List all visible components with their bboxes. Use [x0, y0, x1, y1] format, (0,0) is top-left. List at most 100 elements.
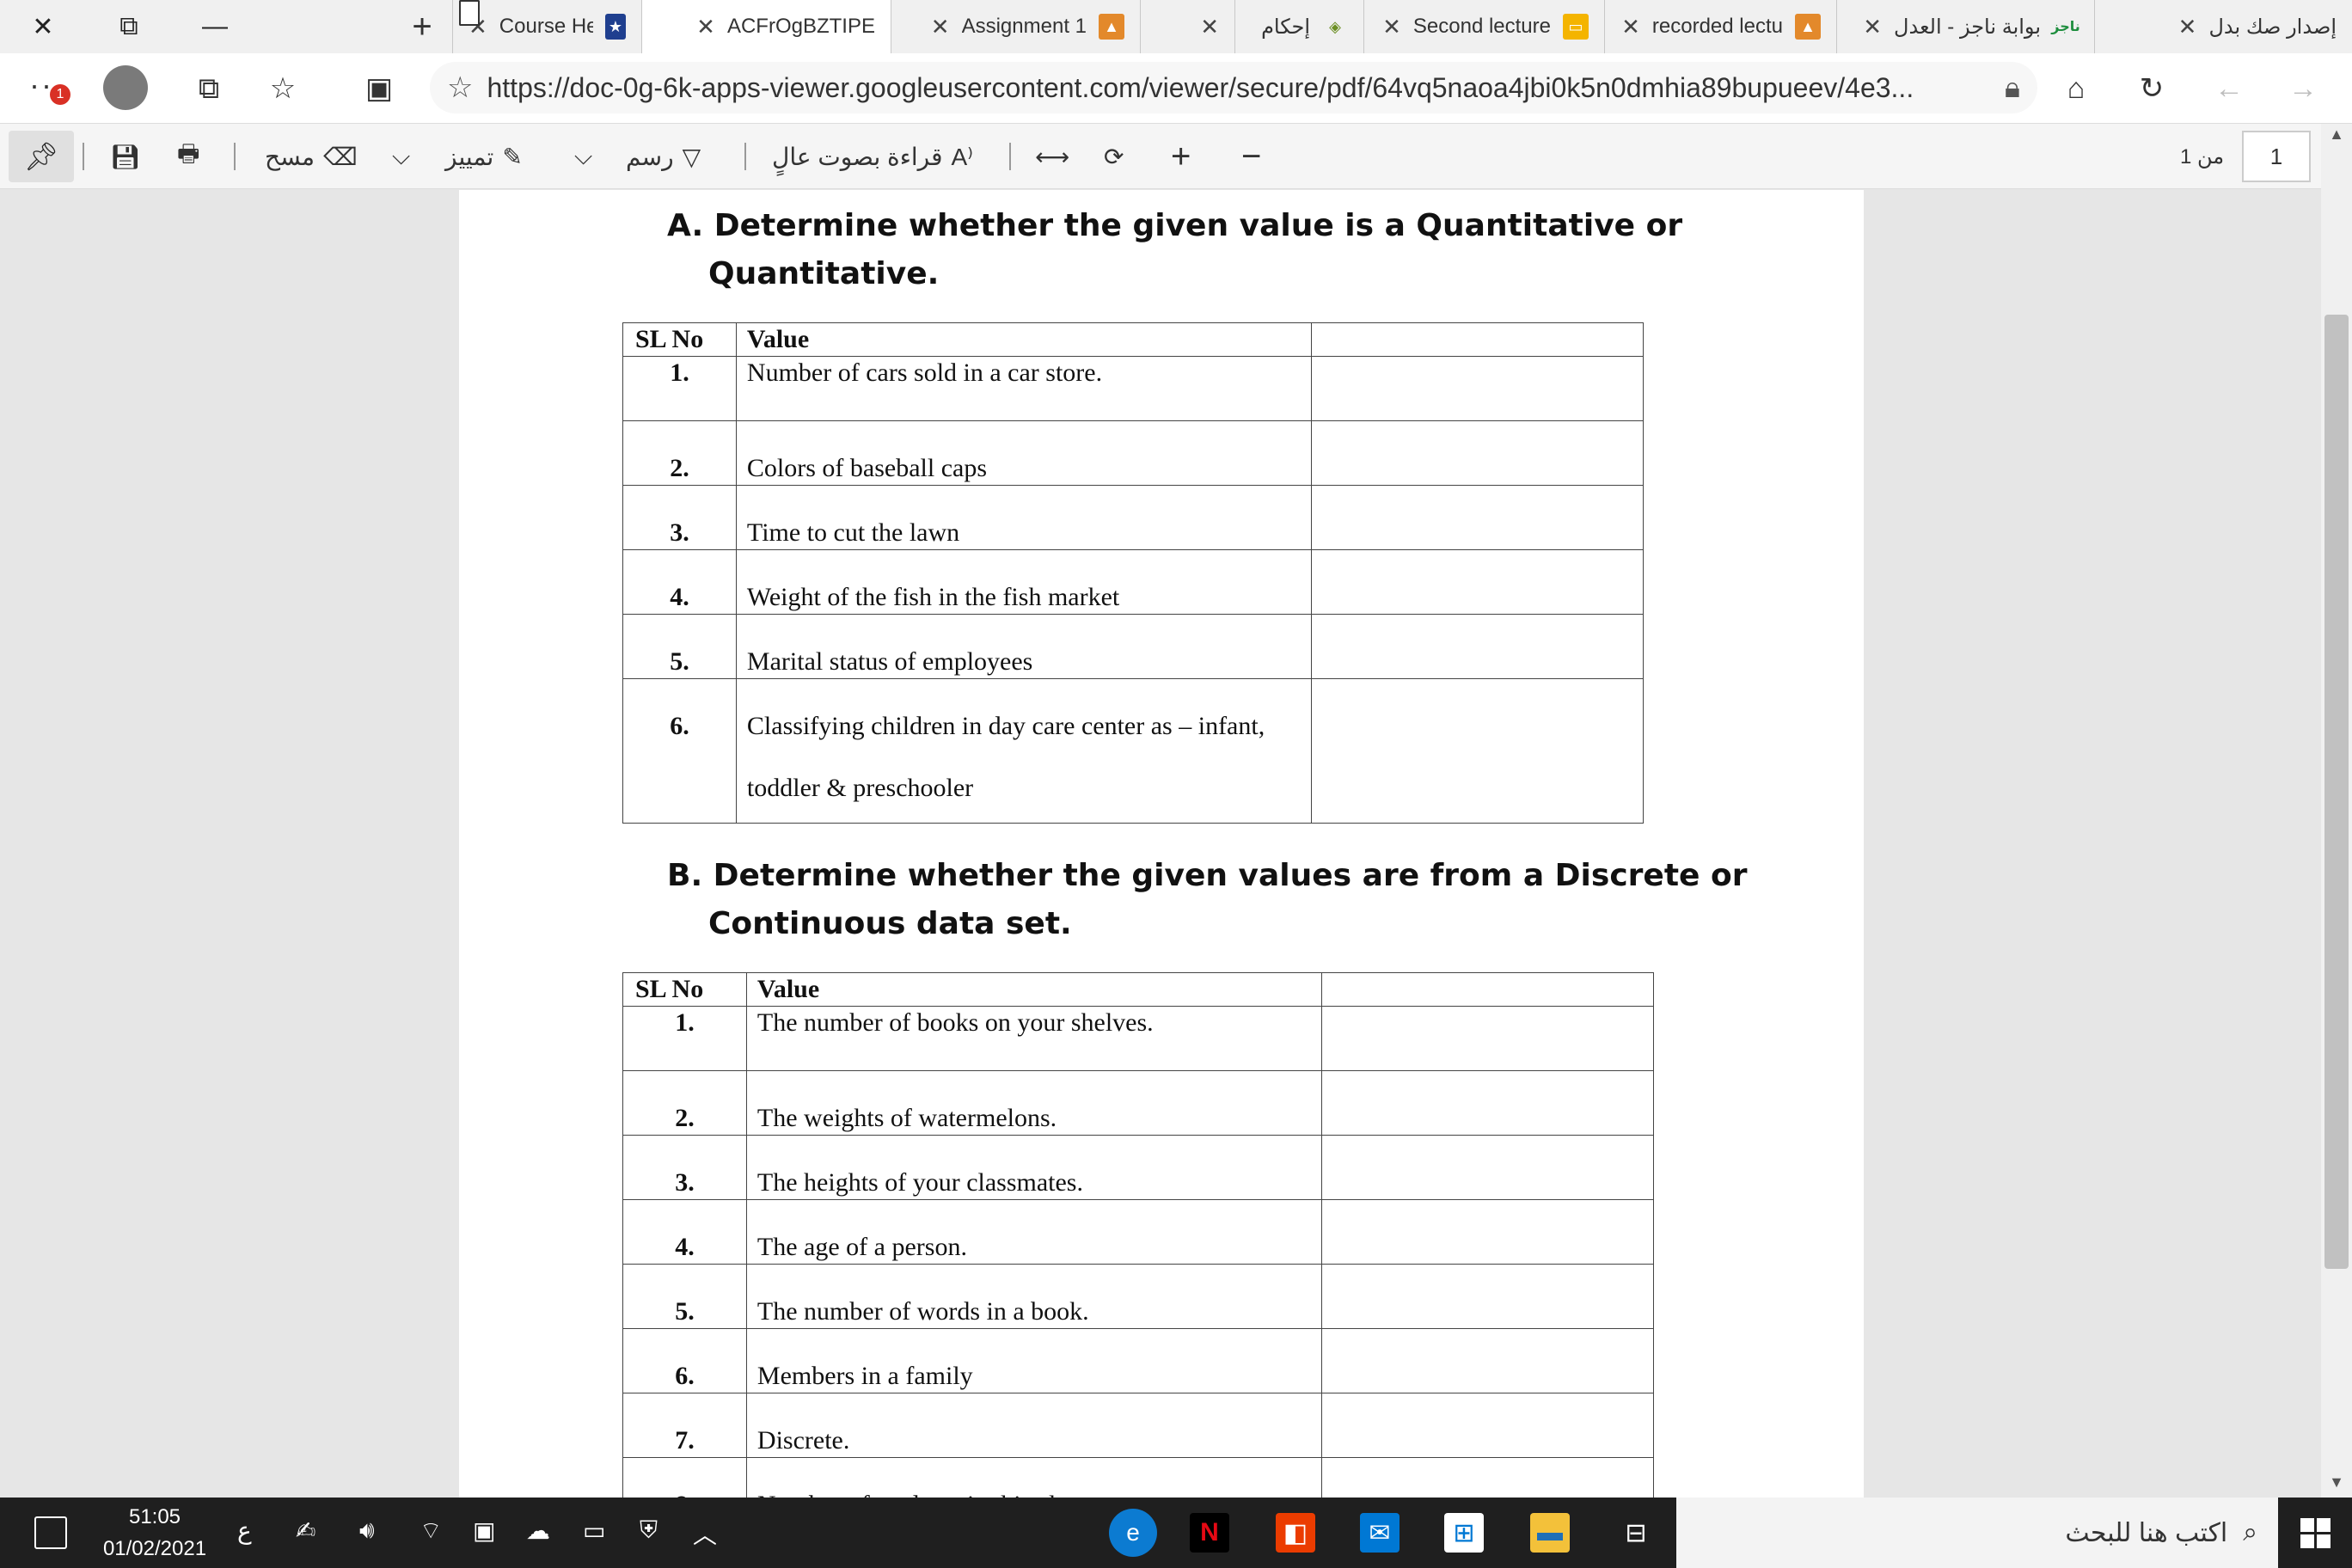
save-icon[interactable]: 💾︎	[110, 136, 141, 177]
table-row: 4. Weight of the fish in the fish market	[622, 549, 1644, 615]
pdf-viewer[interactable]: A. Determine whether the given value is …	[0, 190, 2321, 1498]
erase-button[interactable]: مسح ⌫	[265, 136, 358, 177]
tab-strip: إصدار صك بدل ✕ ناجز بوابة ناجز - العدل ✕…	[0, 0, 2352, 53]
url-text: https://doc-0g-6k-apps-viewer.googleuser…	[487, 71, 1914, 103]
sl-no-cell: 6.	[622, 1328, 747, 1393]
action-center-icon[interactable]	[34, 1516, 67, 1549]
window-controls: — ⧉ ✕	[0, 0, 258, 53]
tab-title: recorded lectu	[1651, 15, 1783, 38]
tab-second-lecture[interactable]: ▭ Second lecture ✕	[1363, 0, 1604, 53]
fit-to-width-icon[interactable]: ⟷	[1035, 136, 1069, 177]
language-indicator[interactable]: ع	[237, 1516, 252, 1545]
draw-dropdown-icon[interactable]: ⌵	[574, 136, 592, 177]
battery-icon[interactable]: ▭	[583, 1516, 605, 1545]
sl-no-cell: 7.	[622, 1393, 747, 1458]
wifi-icon[interactable]: ⌔	[420, 1516, 442, 1547]
add-favorite-icon[interactable]: ☆	[447, 70, 473, 105]
tab-recorded-lecture[interactable]: ▲ recorded lectu ✕	[1604, 0, 1836, 53]
value-cell: The age of a person.	[745, 1199, 1323, 1265]
tab-sak[interactable]: إصدار صك بدل ✕	[459, 0, 2352, 53]
address-bar[interactable]: ☆ https://doc-0g-6k-apps-viewer.googleus…	[430, 62, 2037, 113]
rotate-icon[interactable]: ⟳	[1104, 136, 1124, 177]
forward-icon[interactable]: →	[2280, 65, 2326, 112]
table-row: 8. Number of students in this class	[622, 1457, 1654, 1498]
ihkam-logo-icon: ◈	[1329, 17, 1341, 35]
close-tab-icon[interactable]: ✕	[2178, 14, 2197, 40]
tab-untitled[interactable]: ✕	[1140, 0, 1234, 53]
task-view-icon[interactable]: ⊟	[1616, 1513, 1656, 1553]
page-number-input[interactable]: 1	[2242, 131, 2311, 182]
draw-button[interactable]: رسم ▽	[626, 136, 701, 177]
security-icon[interactable]: ⛨	[640, 1516, 658, 1545]
refresh-icon[interactable]: ↻	[2128, 65, 2175, 112]
minimize-button[interactable]: —	[172, 0, 258, 53]
zoom-out-icon[interactable]: −	[1241, 136, 1261, 177]
section-a-title-line2: Quantitative.	[708, 256, 940, 291]
start-button[interactable]	[2278, 1498, 2352, 1568]
print-icon[interactable]: 🖶	[177, 136, 199, 177]
toolbar-separator	[234, 143, 236, 170]
answer-cell	[1321, 1264, 1654, 1329]
tab-acfrogbztipe[interactable]: ACFrOgBZTIPE ✕	[459, 0, 891, 53]
scroll-thumb[interactable]	[2324, 315, 2349, 1269]
volume-icon[interactable]: 🔊︎	[359, 1516, 375, 1545]
close-tab-icon[interactable]: ✕	[931, 14, 950, 40]
tab-assignment-1[interactable]: ▲ Assignment 1 ✕	[891, 0, 1140, 53]
highlight-button[interactable]: تمييز ✎	[445, 136, 523, 177]
close-window-button[interactable]: ✕	[0, 0, 86, 53]
mail-icon[interactable]: ✉	[1360, 1513, 1400, 1553]
close-tab-icon[interactable]: ✕	[1863, 14, 1882, 40]
extension-icon[interactable]: ▣	[356, 65, 402, 112]
table-row: 6. Classifying children in day care cent…	[622, 678, 1644, 824]
answer-cell	[1311, 356, 1644, 421]
highlight-dropdown-icon[interactable]: ⌵	[392, 136, 410, 177]
table-header-row: SL No Value	[622, 972, 1654, 1007]
answer-cell	[1321, 1393, 1654, 1458]
new-tab-button[interactable]: +	[392, 0, 452, 53]
answer-cell	[1311, 614, 1644, 679]
favorites-list-icon[interactable]: ☆	[260, 65, 306, 112]
edge-icon[interactable]: e	[1109, 1509, 1157, 1557]
onedrive-icon[interactable]: ☁	[526, 1516, 550, 1545]
file-explorer-icon[interactable]: ▬	[1530, 1513, 1570, 1553]
zoom-in-icon[interactable]: +	[1171, 136, 1191, 177]
tab-title: إصدار صك بدل	[2208, 15, 2337, 39]
show-hidden-icons[interactable]: ︿	[693, 1516, 717, 1551]
vertical-scrollbar[interactable]: ▲ ▼	[2321, 124, 2352, 1498]
value-cell: Time to cut the lawn	[735, 485, 1313, 550]
taskbar-search[interactable]: ⌕ اكتب هنا للبحث	[1676, 1498, 2278, 1568]
meet-now-icon[interactable]: ▣	[473, 1516, 495, 1545]
value-cell: Classifying children in day care center …	[735, 678, 1313, 824]
lock-icon[interactable]: 🔒︎	[2005, 71, 2020, 105]
collections-icon[interactable]: ⧉	[186, 65, 232, 112]
scroll-down-icon[interactable]: ▼	[2328, 1473, 2345, 1491]
close-tab-icon[interactable]: ✕	[696, 14, 715, 40]
close-tab-icon[interactable]: ✕	[1621, 14, 1640, 40]
table-row: 7. Discrete.	[622, 1393, 1654, 1458]
answer-header	[1311, 322, 1644, 357]
pin-toolbar-icon[interactable]: 📌︎	[9, 131, 74, 182]
restore-button[interactable]: ⧉	[86, 0, 172, 53]
notification-badge: 1	[50, 84, 70, 105]
table-row: 3. Time to cut the lawn	[622, 485, 1644, 550]
home-icon[interactable]: ⌂	[2053, 65, 2099, 112]
value-cell: Members in a family	[745, 1328, 1323, 1393]
clock[interactable]: 51:05 01/02/2021	[95, 1501, 215, 1565]
office-icon[interactable]: ◧	[1276, 1513, 1315, 1553]
pen-workspace-icon[interactable]: ✍	[296, 1516, 315, 1545]
sl-no-cell: 5.	[622, 614, 737, 679]
tab-course-hero[interactable]: ★ Course Hero ✕	[452, 0, 641, 53]
close-tab-icon[interactable]: ✕	[1200, 14, 1219, 40]
close-tab-icon[interactable]: ✕	[1382, 14, 1401, 40]
tab-najiz[interactable]: ناجز بوابة ناجز - العدل ✕	[1836, 0, 2094, 53]
tab-ihkam[interactable]: ◈ إحكام	[1234, 0, 1363, 53]
scroll-up-icon[interactable]: ▲	[2328, 126, 2345, 144]
netflix-icon[interactable]: N	[1190, 1513, 1229, 1553]
profile-avatar[interactable]	[103, 65, 148, 110]
read-aloud-button[interactable]: قراءة بصوت عالٍ A⁾	[772, 136, 973, 177]
section-b-title: B. Determine whether the given values ar…	[667, 852, 1747, 948]
store-icon[interactable]: ⊞	[1444, 1513, 1484, 1553]
back-icon[interactable]: ←	[2206, 65, 2252, 112]
sl-no-cell: 5.	[622, 1264, 747, 1329]
answer-cell	[1311, 485, 1644, 550]
